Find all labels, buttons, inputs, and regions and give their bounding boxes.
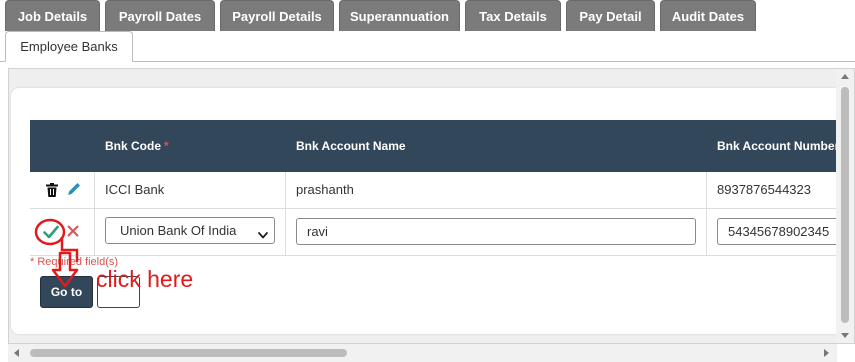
table-header: Bnk Code * Bnk Account Name Bnk Account N…	[30, 120, 836, 172]
column-divider	[285, 209, 286, 255]
column-header-account-number: Bnk Account Number	[717, 120, 836, 172]
account-number-input[interactable]: 54345678902345	[717, 218, 836, 245]
column-header-account-name: Bnk Account Name	[296, 120, 696, 172]
account-number-cell: 8937876544323	[717, 182, 811, 197]
tab-label: Tax Details	[479, 8, 547, 24]
tab-label: Audit Dates	[671, 8, 745, 24]
account-name-input[interactable]: ravi	[296, 218, 696, 245]
bank-code-select[interactable]: Union Bank Of India	[105, 217, 275, 244]
save-check-icon[interactable]	[42, 223, 60, 240]
tab-label: Superannuation	[350, 8, 449, 24]
scroll-up-arrow-icon[interactable]	[841, 74, 849, 79]
tab-label: Job Details	[17, 8, 88, 24]
scroll-down-arrow-icon[interactable]	[841, 333, 849, 338]
column-divider	[285, 172, 286, 208]
annotation-click-here-label: click here	[96, 266, 194, 292]
column-header-bank-code: Bnk Code *	[105, 120, 285, 172]
tab-tax-details[interactable]: Tax Details	[465, 0, 561, 31]
tab-job-details[interactable]: Job Details	[5, 0, 100, 31]
tab-payroll-details[interactable]: Payroll Details	[220, 0, 334, 31]
tab-bar: Job Details Payroll Dates Payroll Detail…	[0, 0, 855, 63]
account-name-value: ravi	[307, 224, 328, 239]
account-name-cell: prashanth	[296, 182, 354, 197]
goto-button[interactable]: Go to	[40, 276, 93, 308]
header-label: Bnk Code	[105, 139, 162, 153]
column-divider	[706, 209, 707, 255]
tab-superannuation[interactable]: Superannuation	[339, 0, 460, 31]
scroll-right-arrow-icon[interactable]	[824, 349, 829, 357]
horizontal-scrollbar[interactable]	[8, 344, 837, 362]
tab-payroll-dates[interactable]: Payroll Dates	[105, 0, 215, 31]
header-label: Bnk Account Name	[296, 139, 406, 153]
table-row: ICCI Bank prashanth 8937876544323	[30, 172, 836, 209]
bank-code-cell: ICCI Bank	[105, 182, 165, 197]
edit-pencil-icon[interactable]	[66, 181, 82, 198]
tab-label: Pay Detail	[579, 8, 642, 24]
scroll-left-arrow-icon[interactable]	[14, 349, 19, 357]
cancel-x-icon[interactable]	[65, 223, 81, 239]
tab-audit-dates[interactable]: Audit Dates	[660, 0, 756, 31]
tab-pay-detail[interactable]: Pay Detail	[566, 0, 655, 31]
tab-label: Payroll Dates	[118, 8, 202, 24]
bank-code-selected-value: Union Bank Of India	[120, 223, 237, 238]
column-divider	[94, 209, 95, 255]
tab-label: Employee Banks	[20, 39, 118, 54]
tab-label: Payroll Details	[232, 8, 322, 24]
tab-employee-banks[interactable]: Employee Banks	[5, 31, 133, 62]
header-label: Bnk Account Number	[717, 139, 836, 153]
scrollbar-thumb[interactable]	[841, 87, 849, 323]
account-number-value: 54345678902345	[728, 224, 830, 239]
column-divider	[94, 172, 95, 208]
vertical-scrollbar[interactable]	[836, 69, 854, 343]
chevron-down-icon	[258, 227, 268, 242]
table-row-editing: Union Bank Of India ravi 54345678902345	[30, 209, 836, 256]
required-asterisk: *	[164, 139, 169, 153]
scrollbar-thumb[interactable]	[30, 349, 347, 357]
trash-icon[interactable]	[45, 182, 59, 198]
column-divider	[706, 172, 707, 208]
